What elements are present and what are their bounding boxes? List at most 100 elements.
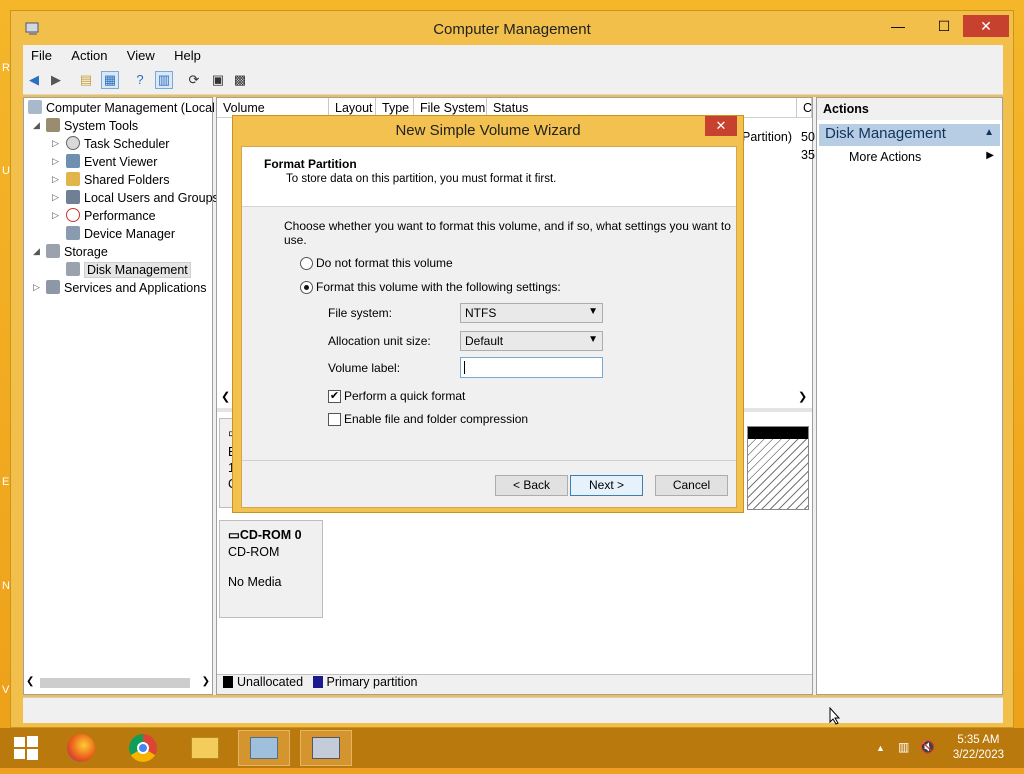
- tree-device-manager[interactable]: Device Manager: [66, 225, 175, 243]
- menu-action[interactable]: Action: [63, 45, 115, 66]
- expand-arrow-icon[interactable]: ▷: [33, 282, 40, 293]
- tree-label: System Tools: [64, 119, 139, 133]
- tree-disk-management[interactable]: Disk Management: [66, 261, 191, 279]
- column-capacity[interactable]: C: [797, 98, 812, 118]
- network-icon[interactable]: ▥: [898, 740, 909, 754]
- quick-format-label[interactable]: Perform a quick format: [344, 389, 465, 403]
- tree-shared-folders[interactable]: Shared Folders: [66, 171, 169, 189]
- compression-checkbox[interactable]: [328, 413, 341, 426]
- menu-bar: File Action View Help: [23, 45, 1003, 67]
- expand-arrow-icon[interactable]: ▷: [52, 156, 59, 167]
- radio-format-label[interactable]: Format this volume with the following se…: [316, 280, 561, 294]
- volume-label-input[interactable]: [460, 357, 603, 378]
- tree-horizontal-scrollbar[interactable]: ❮ ❯: [26, 676, 210, 690]
- collapse-arrow-icon[interactable]: ◢: [33, 246, 40, 257]
- back-arrow-icon[interactable]: ◀: [25, 71, 43, 89]
- desktop-icon-label[interactable]: R: [2, 62, 10, 74]
- menu-view[interactable]: View: [119, 45, 163, 66]
- desktop-icon-label[interactable]: N: [2, 580, 10, 592]
- chrome-icon[interactable]: [117, 730, 169, 766]
- file-system-select[interactable]: NTFS ▼: [460, 303, 603, 323]
- title-bar[interactable]: Computer Management — ☐ ✕: [11, 11, 1013, 47]
- scroll-right-icon[interactable]: ❯: [798, 390, 807, 403]
- collapse-up-icon[interactable]: ▲: [984, 127, 994, 138]
- desktop-icon-label[interactable]: V: [2, 684, 9, 696]
- cdrom-title: ▭CD-ROM 0: [228, 527, 302, 542]
- menu-file[interactable]: File: [23, 45, 60, 66]
- tree-root[interactable]: Computer Management (Local: [28, 99, 215, 117]
- taskbar-app-server-manager[interactable]: [238, 730, 290, 766]
- expand-arrow-icon[interactable]: ▷: [52, 138, 59, 149]
- next-button[interactable]: Next >: [570, 475, 643, 496]
- expand-arrow-icon[interactable]: ▷: [52, 192, 59, 203]
- file-explorer-icon[interactable]: [179, 730, 231, 766]
- scroll-left-icon[interactable]: ❮: [26, 676, 34, 687]
- file-system-value: NTFS: [465, 306, 497, 320]
- taskbar: ▲ ▥ 🔇 5:35 AM 3/22/2023: [0, 728, 1024, 768]
- help-icon[interactable]: ?: [131, 71, 149, 89]
- unallocated-bar: [748, 427, 808, 439]
- tree-label: Performance: [84, 209, 156, 223]
- desktop-icon-label[interactable]: U: [2, 165, 10, 177]
- disk-0-unallocated-region[interactable]: [747, 426, 809, 510]
- volume-muted-icon[interactable]: 🔇: [920, 740, 935, 754]
- tree-event-viewer[interactable]: Event Viewer: [66, 153, 157, 171]
- tree-label: Shared Folders: [84, 173, 170, 187]
- dialog-close-button[interactable]: ✕: [705, 116, 737, 136]
- scroll-thumb[interactable]: [40, 678, 190, 688]
- tree-task-scheduler[interactable]: Task Scheduler: [66, 135, 169, 153]
- tree-system-tools[interactable]: System Tools: [46, 117, 138, 135]
- wizard-heading: Format Partition: [264, 157, 357, 171]
- scroll-right-icon[interactable]: ❯: [202, 676, 210, 687]
- tree-label: Event Viewer: [84, 155, 158, 169]
- show-hidden-icons-icon[interactable]: ▲: [876, 743, 885, 753]
- taskbar-app-computer-management[interactable]: [300, 730, 352, 766]
- quick-format-checkbox[interactable]: ✔: [328, 390, 341, 403]
- collapse-arrow-icon[interactable]: ◢: [33, 120, 40, 131]
- maximize-button[interactable]: ☐: [929, 15, 959, 37]
- firefox-icon[interactable]: [55, 730, 107, 766]
- chevron-down-icon: ▼: [588, 334, 598, 345]
- expand-arrow-icon[interactable]: ▷: [52, 174, 59, 185]
- allocation-unit-select[interactable]: Default ▼: [460, 331, 603, 351]
- dialog-separator: [242, 460, 736, 461]
- mouse-cursor-icon: [829, 707, 841, 725]
- back-button[interactable]: < Back: [495, 475, 568, 496]
- menu-help[interactable]: Help: [166, 45, 209, 66]
- up-folder-icon[interactable]: ▤: [77, 71, 95, 89]
- expand-arrow-icon[interactable]: ▷: [52, 210, 59, 221]
- export-icon[interactable]: ▩: [231, 71, 249, 89]
- scroll-left-icon[interactable]: ❮: [221, 390, 230, 403]
- actions-section-disk-management[interactable]: Disk Management ▲: [819, 124, 1000, 146]
- radio-do-not-format[interactable]: [300, 257, 313, 270]
- tree-local-users[interactable]: Local Users and Groups: [66, 189, 219, 207]
- compression-label[interactable]: Enable file and folder compression: [344, 412, 528, 426]
- close-button[interactable]: ✕: [963, 15, 1009, 37]
- start-windows-icon[interactable]: [0, 730, 52, 766]
- tree-performance[interactable]: Performance: [66, 207, 156, 225]
- more-actions-item[interactable]: More Actions: [849, 150, 921, 164]
- disk-icon: [66, 262, 80, 276]
- minimize-button[interactable]: —: [883, 15, 913, 37]
- volume-label-label: Volume label:: [328, 361, 401, 375]
- clock[interactable]: 5:35 AM 3/22/2023: [953, 733, 1004, 763]
- properties-icon[interactable]: ▣: [209, 71, 227, 89]
- cancel-button[interactable]: Cancel: [655, 475, 728, 496]
- forward-arrow-icon[interactable]: ▶: [47, 71, 65, 89]
- storage-icon: [46, 244, 60, 258]
- refresh-icon[interactable]: ⟳: [185, 71, 203, 89]
- cdrom-type: CD-ROM: [228, 545, 280, 559]
- clock-icon: [66, 136, 80, 150]
- actions-pane: Actions Disk Management ▲ More Actions ▶: [816, 97, 1003, 695]
- cdrom-media: No Media: [228, 575, 282, 589]
- cdrom-0-info[interactable]: ▭CD-ROM 0 CD-ROM No Media: [219, 520, 323, 618]
- event-viewer-icon: [66, 154, 80, 168]
- tree-storage[interactable]: Storage: [46, 243, 108, 261]
- tree-services-apps[interactable]: Services and Applications: [46, 279, 206, 297]
- radio-do-not-format-label[interactable]: Do not format this volume: [316, 256, 453, 270]
- show-action-pane-icon[interactable]: ▥: [155, 71, 173, 89]
- radio-format[interactable]: [300, 281, 313, 294]
- show-hide-tree-icon[interactable]: ▦: [101, 71, 119, 89]
- wizard-intro: Choose whether you want to format this v…: [284, 219, 731, 247]
- text-caret: [464, 361, 465, 374]
